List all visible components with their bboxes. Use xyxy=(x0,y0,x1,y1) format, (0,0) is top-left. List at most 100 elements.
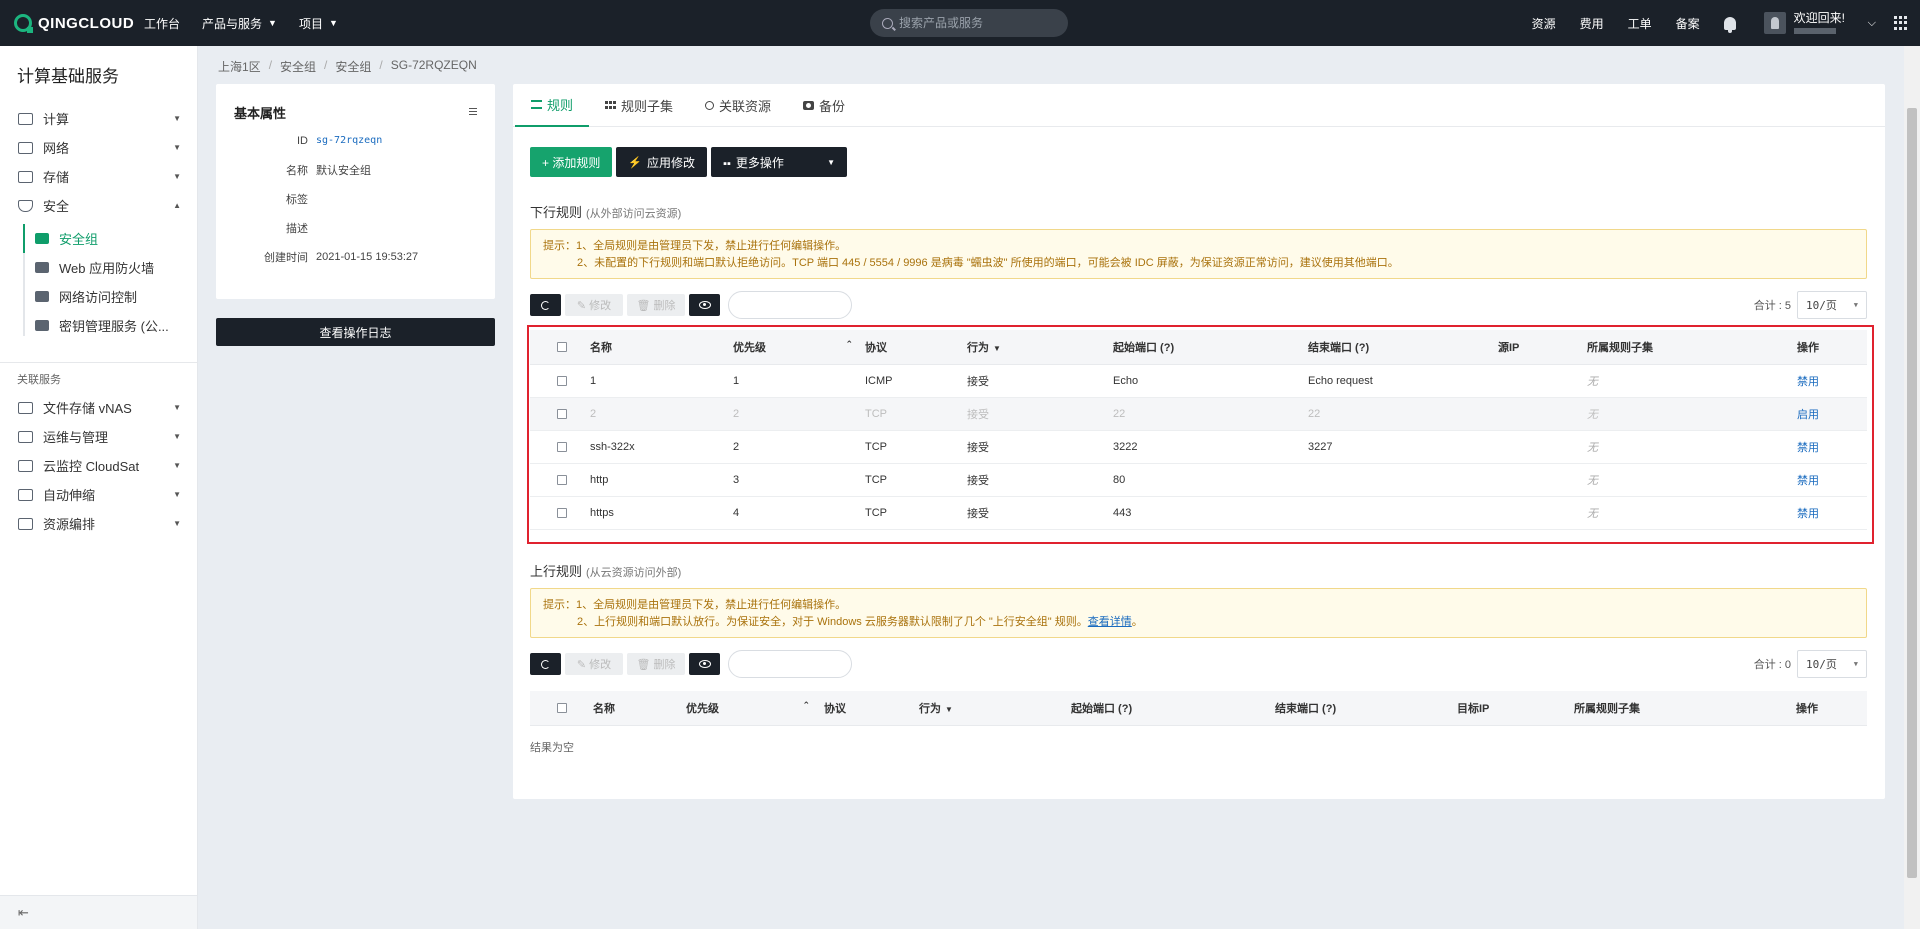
col-name[interactable]: 名称 xyxy=(590,330,733,365)
col-action[interactable]: 行为 ▼ xyxy=(967,330,1113,365)
sidebar-item-compute[interactable]: 计算 ▼ xyxy=(0,104,197,133)
logo[interactable]: QINGCLOUD xyxy=(14,14,144,33)
col-action[interactable]: 行为 ▼ xyxy=(919,691,1071,726)
add-rule-button[interactable]: + 添加规则 xyxy=(530,147,613,177)
sidebar-item-network[interactable]: 网络 ▼ xyxy=(0,133,197,162)
welcome-text[interactable]: 欢迎回来! xyxy=(1793,12,1864,34)
sidebar-collapse-button[interactable]: ⇤ xyxy=(0,895,197,929)
toggle-visibility-button[interactable] xyxy=(689,294,720,316)
caret-down-icon: ▼ xyxy=(173,143,181,152)
col-priority-label: 优先级 xyxy=(686,702,719,715)
col-protocol[interactable]: 协议 xyxy=(865,330,967,365)
view-operation-log-button[interactable]: 查看操作日志 xyxy=(216,318,495,346)
sidebar-item-label: 密钥管理服务 (公... xyxy=(59,319,169,334)
sidebar-item-kms[interactable]: 密钥管理服务 (公... xyxy=(0,311,197,340)
tab-related-resources[interactable]: 关联资源 xyxy=(689,84,787,127)
sidebar-item-waf[interactable]: Web 应用防火墙 xyxy=(0,253,197,282)
row-checkbox[interactable] xyxy=(557,441,567,452)
cell-operation: 禁用 xyxy=(1797,364,1867,398)
row-checkbox[interactable] xyxy=(557,507,567,518)
cell-priority: 4 xyxy=(733,496,865,530)
delete-button[interactable]: 🗑 删除 xyxy=(627,653,685,675)
col-priority[interactable]: 优先级 ⌃ xyxy=(733,330,865,365)
menu-icon[interactable] xyxy=(469,108,477,115)
chevron-down-icon: ▼ xyxy=(328,18,338,28)
sidebar-item-ops[interactable]: 运维与管理 ▼ xyxy=(0,422,197,451)
uplink-search-input[interactable] xyxy=(728,650,852,678)
apply-changes-button[interactable]: ⚡ 应用修改 xyxy=(616,147,708,177)
tab-rule-subsets[interactable]: 规则子集 xyxy=(589,84,689,127)
breadcrumb-security-group[interactable]: 安全组 xyxy=(335,58,371,75)
cell-select xyxy=(530,496,590,530)
avatar[interactable] xyxy=(1763,12,1786,34)
select-all-checkbox[interactable] xyxy=(557,341,567,352)
col-name[interactable]: 名称 xyxy=(593,691,686,726)
table-row[interactable]: 2 2 TCP 接受 22 22 无启用 xyxy=(530,397,1867,431)
toggle-visibility-button[interactable] xyxy=(689,653,720,675)
sidebar-item-security-group[interactable]: 安全组 xyxy=(0,224,197,253)
row-checkbox[interactable] xyxy=(557,375,567,386)
sidebar-item-autoscaling[interactable]: 自动伸缩 ▼ xyxy=(0,480,197,509)
link-tickets[interactable]: 工单 xyxy=(1628,15,1652,32)
logo-text: QINGCLOUD xyxy=(38,14,135,32)
sidebar-item-security[interactable]: 安全 ▲ xyxy=(0,191,197,220)
link-resources[interactable]: 资源 xyxy=(1532,15,1556,32)
tab-backup[interactable]: 备份 xyxy=(787,84,861,127)
table-header-row: 名称 优先级 ⌃ 协议 行为 ▼ 起始端口 (?) 结束端口 (?) 目标IP 所属… xyxy=(530,691,1867,726)
table-row[interactable]: ssh-322x 2 TCP 接受 3222 3227 无禁用 xyxy=(530,430,1867,464)
nav-workbench[interactable]: 工作台 xyxy=(144,15,180,32)
select-all-checkbox[interactable] xyxy=(557,702,567,713)
sidebar-item-acl[interactable]: 网络访问控制 xyxy=(0,282,197,311)
nav-projects[interactable]: 项目 ▼ xyxy=(299,15,338,32)
table-row[interactable]: 1 1 ICMP 接受 Echo Echo request 无禁用 xyxy=(530,364,1867,398)
tab-rules[interactable]: 规则 xyxy=(515,84,590,127)
page-size-select[interactable]: 10/页 ▼ xyxy=(1797,291,1867,319)
downlink-rules-table: 名称 优先级 ⌃ 协议 行为 ▼ 起始端口 (?) 结束端口 (?) 源IP 所属规… xyxy=(530,330,1867,530)
breadcrumb-security[interactable]: 安全组 xyxy=(280,58,316,75)
table-row[interactable]: http 3 TCP 接受 80 无禁用 xyxy=(530,463,1867,497)
bell-icon[interactable] xyxy=(1723,16,1736,33)
delete-button[interactable]: 🗑 删除 xyxy=(627,294,685,316)
edit-button[interactable]: ✎ 修改 xyxy=(565,294,623,316)
toggle-rule-link[interactable]: 禁用 xyxy=(1797,508,1819,520)
col-operation: 操作 xyxy=(1796,691,1867,726)
toggle-rule-link[interactable]: 启用 xyxy=(1797,409,1819,421)
sidebar-item-vnas[interactable]: 文件存储 vNAS ▼ xyxy=(0,393,197,422)
cell-action: 接受 xyxy=(967,430,1113,464)
link-icp[interactable]: 备案 xyxy=(1676,15,1700,32)
toggle-rule-link[interactable]: 禁用 xyxy=(1797,376,1819,388)
chevron-down-icon[interactable]: ⌵ xyxy=(1868,17,1876,30)
cell-source-ip xyxy=(1498,430,1587,464)
sidebar-item-storage[interactable]: 存储 ▼ xyxy=(0,162,197,191)
row-checkbox[interactable] xyxy=(557,474,567,485)
cell-source-ip xyxy=(1498,496,1587,530)
sidebar-item-cloudsat[interactable]: 云监控 CloudSat ▼ xyxy=(0,451,197,480)
cell-operation: 禁用 xyxy=(1797,430,1867,464)
refresh-button[interactable] xyxy=(530,294,561,316)
info-row-created: 创建时间 2021-01-15 19:53:27 xyxy=(216,242,495,271)
toggle-rule-link[interactable]: 禁用 xyxy=(1797,442,1819,454)
apps-grid-icon[interactable] xyxy=(1894,16,1908,30)
toggle-rule-link[interactable]: 禁用 xyxy=(1797,475,1819,487)
breadcrumb-zone[interactable]: 上海1区 xyxy=(218,58,261,75)
scrollbar-thumb[interactable] xyxy=(1907,108,1917,878)
col-protocol[interactable]: 协议 xyxy=(824,691,919,726)
global-search-input[interactable] xyxy=(899,16,1059,30)
caret-down-icon: ▼ xyxy=(945,704,953,714)
downlink-search-input[interactable] xyxy=(728,291,852,319)
link-billing[interactable]: 费用 xyxy=(1580,15,1604,32)
refresh-button[interactable] xyxy=(530,653,561,675)
edit-button[interactable]: ✎ 修改 xyxy=(565,653,623,675)
col-priority[interactable]: 优先级 ⌃ xyxy=(686,691,824,726)
sort-up-icon: ⌃ xyxy=(802,699,810,710)
sidebar-item-orchestration[interactable]: 资源编排 ▼ xyxy=(0,509,197,538)
table-row[interactable]: https 4 TCP 接受 443 无禁用 xyxy=(530,496,1867,530)
sidebar-item-label: 自动伸缩 xyxy=(43,488,96,503)
nav-products[interactable]: 产品与服务 ▼ xyxy=(202,15,277,32)
row-checkbox[interactable] xyxy=(557,408,567,419)
view-details-link[interactable]: 查看详情 xyxy=(1088,616,1132,628)
page-size-select[interactable]: 10/页 ▼ xyxy=(1797,650,1867,678)
uplink-title-label: 上行规则 xyxy=(530,564,583,579)
page-scrollbar[interactable] xyxy=(1904,46,1920,929)
more-actions-dropdown[interactable]: ▪▪ 更多操作 ▼ xyxy=(711,147,848,177)
